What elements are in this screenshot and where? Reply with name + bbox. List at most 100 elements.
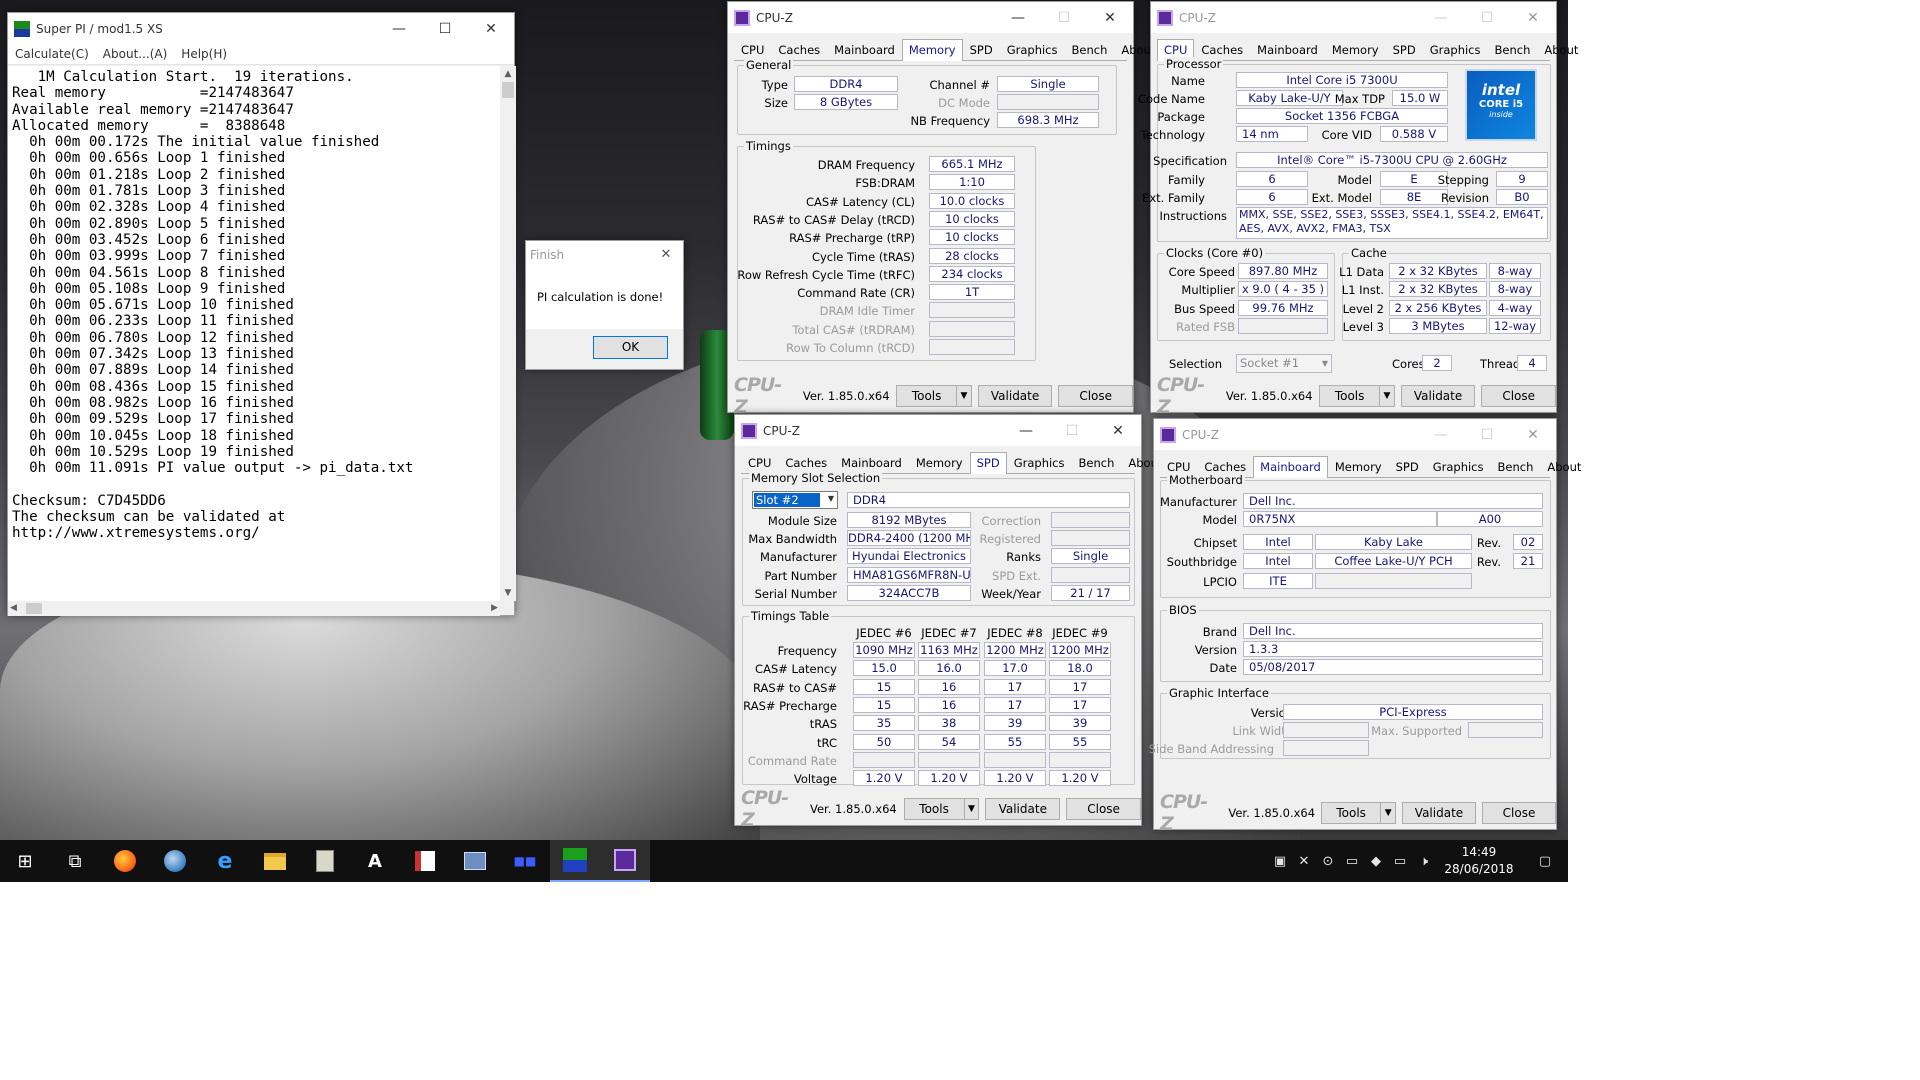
tab-bench[interactable]: Bench: [1488, 39, 1538, 60]
file-explorer-icon[interactable]: [250, 840, 300, 882]
remote-desktop-icon[interactable]: [450, 840, 500, 882]
tab-caches[interactable]: Caches: [771, 39, 827, 60]
close-button[interactable]: ✕: [1095, 415, 1141, 446]
timing-label: Command Rate (CR): [797, 286, 915, 301]
menu-help[interactable]: Help(H): [174, 47, 234, 61]
timing-cell: 16.0: [918, 660, 980, 677]
gpu-app-icon[interactable]: ■■: [500, 840, 550, 882]
tab-about[interactable]: About: [1540, 456, 1588, 477]
hscroll-thumb[interactable]: [26, 603, 42, 614]
security-icon[interactable]: ◆: [1364, 840, 1388, 882]
tools-button[interactable]: Tools: [1319, 385, 1381, 407]
minimize-button[interactable]: —: [1418, 419, 1464, 450]
close-button[interactable]: Close: [1058, 385, 1133, 407]
close-button[interactable]: ✕: [1087, 2, 1133, 33]
minimize-button[interactable]: —: [376, 13, 422, 44]
tab-memory[interactable]: Memory: [1325, 39, 1386, 60]
tab-caches[interactable]: Caches: [778, 452, 834, 473]
tab-mainboard[interactable]: Mainboard: [1253, 456, 1328, 478]
output-line: 0h 00m 00.172s The initial value finishe…: [12, 134, 380, 151]
tab-graphics[interactable]: Graphics: [1007, 452, 1072, 473]
battery-icon[interactable]: ▭: [1388, 840, 1412, 882]
cpuz-titlebar[interactable]: CPU-Z — ☐ ✕: [1154, 419, 1556, 450]
vertical-scrollbar[interactable]: ▲ ▼: [500, 66, 516, 601]
maximize-button[interactable]: ☐: [422, 13, 468, 44]
ok-button[interactable]: OK: [593, 336, 668, 359]
superpi-icon[interactable]: [550, 840, 600, 882]
tab-graphics[interactable]: Graphics: [1426, 456, 1491, 477]
cpuz-titlebar[interactable]: CPU-Z — ☐ ✕: [728, 2, 1133, 33]
tools-button[interactable]: Tools: [903, 798, 965, 820]
finish-titlebar[interactable]: Finish ✕: [526, 241, 683, 268]
network-app-icon[interactable]: ▣: [1268, 840, 1292, 882]
slot-dropdown[interactable]: Slot #2 ▼: [752, 491, 838, 509]
tab-spd[interactable]: SPD: [1389, 456, 1426, 477]
validate-button[interactable]: Validate: [1401, 802, 1476, 824]
cpuz-icon[interactable]: [600, 840, 650, 882]
menu-calculate[interactable]: Calculate(C): [8, 47, 96, 61]
tab-mainboard[interactable]: Mainboard: [834, 452, 909, 473]
tab-bench[interactable]: Bench: [1065, 39, 1115, 60]
tab-spd[interactable]: SPD: [1386, 39, 1423, 60]
tab-memory[interactable]: Memory: [1328, 456, 1389, 477]
close-button[interactable]: Close: [1066, 798, 1141, 820]
close-button[interactable]: ✕: [468, 13, 514, 44]
tab-memory[interactable]: Memory: [909, 452, 970, 473]
photo-app-icon[interactable]: [400, 840, 450, 882]
cpuz-titlebar[interactable]: CPU-Z — ☐ ✕: [735, 415, 1141, 446]
tab-memory[interactable]: Memory: [901, 39, 963, 61]
minimize-button[interactable]: —: [995, 2, 1041, 33]
tab-spd[interactable]: SPD: [963, 39, 1000, 60]
notification-icon[interactable]: ▢: [1522, 840, 1568, 882]
scroll-left-icon[interactable]: ◀: [10, 601, 17, 616]
start-icon[interactable]: ⊞: [0, 840, 50, 882]
minimize-button[interactable]: —: [1003, 415, 1049, 446]
tools-button[interactable]: Tools: [896, 385, 958, 407]
thunderbird-icon[interactable]: [150, 840, 200, 882]
tab-bench[interactable]: Bench: [1072, 452, 1122, 473]
slot-value: Slot #2: [754, 493, 820, 507]
calculator-icon[interactable]: [300, 840, 350, 882]
firefox-icon[interactable]: [100, 840, 150, 882]
volume-muted-icon[interactable]: 🕨: [1412, 840, 1436, 882]
wifi-off-icon[interactable]: ✕: [1292, 840, 1316, 882]
scroll-up-icon[interactable]: ▲: [500, 66, 516, 82]
tab-spd[interactable]: SPD: [969, 452, 1007, 474]
minimize-button[interactable]: —: [1418, 2, 1464, 33]
menu-about[interactable]: About...(A): [96, 47, 175, 61]
selection-dropdown[interactable]: Socket #1 ▼: [1236, 354, 1332, 373]
tab-graphics[interactable]: Graphics: [1423, 39, 1488, 60]
chevron-down-icon[interactable]: ▼: [1379, 385, 1395, 407]
validate-button[interactable]: Validate: [977, 385, 1053, 407]
chevron-down-icon[interactable]: ▼: [956, 385, 972, 407]
font-app-icon[interactable]: A: [350, 840, 400, 882]
horizontal-scrollbar[interactable]: ◀ ▶: [8, 601, 500, 616]
close-button[interactable]: ✕: [1510, 2, 1556, 33]
superpi-titlebar[interactable]: Super PI / mod1.5 XS — ☐ ✕: [8, 13, 514, 44]
validate-button[interactable]: Validate: [1400, 385, 1476, 407]
close-button[interactable]: Close: [1481, 802, 1556, 824]
clock[interactable]: 14:49 28/06/2018: [1436, 844, 1522, 878]
scroll-right-icon[interactable]: ▶: [491, 601, 498, 616]
scroll-thumb[interactable]: [502, 82, 514, 98]
monitor-icon[interactable]: ▭: [1340, 840, 1364, 882]
tab-cpu[interactable]: CPU: [734, 39, 771, 60]
close-button[interactable]: Close: [1481, 385, 1556, 407]
tab-about[interactable]: About: [1537, 39, 1585, 60]
chevron-down-icon[interactable]: ▼: [963, 798, 980, 820]
close-button[interactable]: ✕: [1510, 419, 1556, 450]
bluetooth-icon[interactable]: ⊙: [1316, 840, 1340, 882]
tab-bench[interactable]: Bench: [1491, 456, 1541, 477]
tools-button[interactable]: Tools: [1320, 802, 1382, 824]
chevron-down-icon[interactable]: ▼: [1380, 802, 1396, 824]
tab-graphics[interactable]: Graphics: [1000, 39, 1065, 60]
validate-button[interactable]: Validate: [985, 798, 1061, 820]
task-view-icon[interactable]: ⧉: [50, 840, 100, 882]
close-icon[interactable]: ✕: [649, 247, 683, 262]
tab-mainboard[interactable]: Mainboard: [1250, 39, 1325, 60]
tab-mainboard[interactable]: Mainboard: [827, 39, 902, 60]
cpuz-titlebar[interactable]: CPU-Z — ☐ ✕: [1151, 2, 1556, 33]
tab-cpu[interactable]: CPU: [741, 452, 778, 473]
edge-icon[interactable]: e: [200, 840, 250, 882]
scroll-down-icon[interactable]: ▼: [500, 585, 516, 601]
